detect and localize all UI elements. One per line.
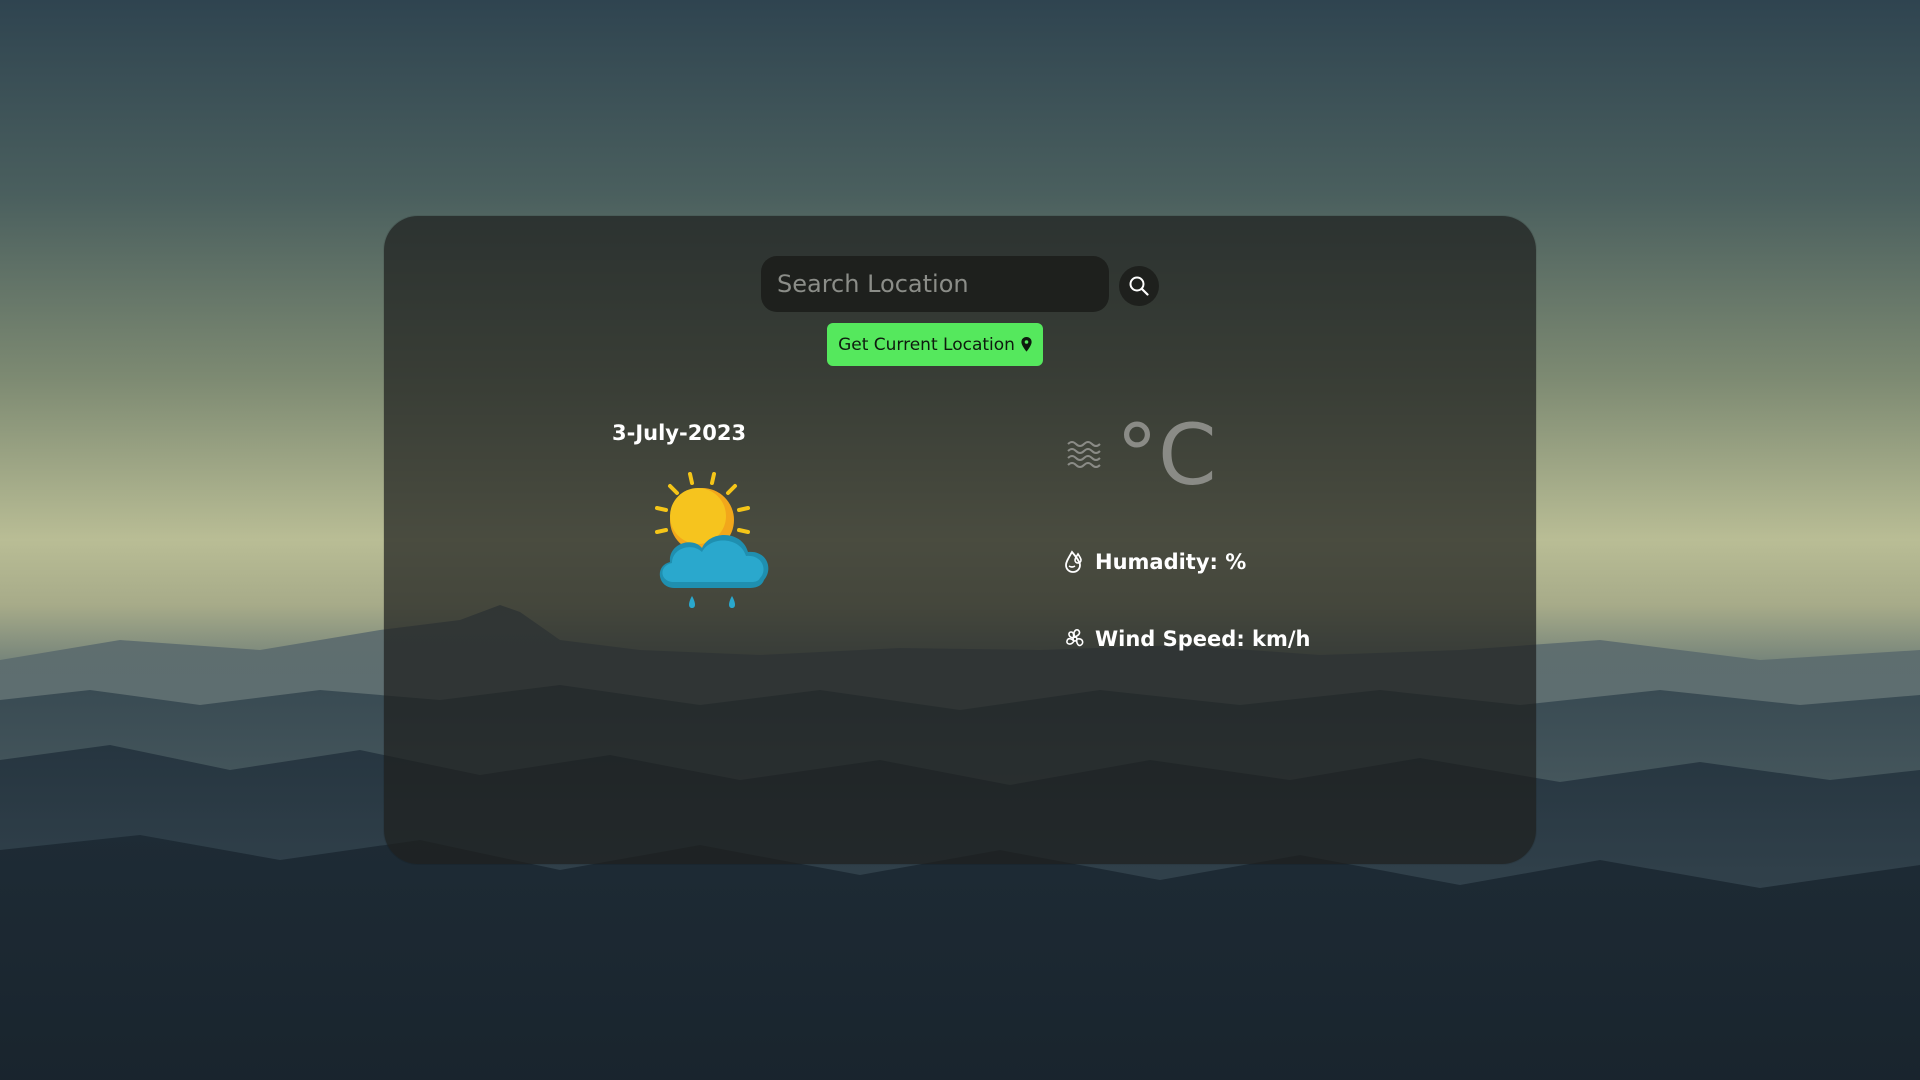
weather-card: Get Current Location 3-July-2023 [384, 216, 1536, 864]
haze-waves-icon [1067, 441, 1101, 468]
temperature-unit: °C [1116, 406, 1217, 504]
wind-speed-label: Wind Speed: km/h [1095, 627, 1311, 651]
sun-cloud-rain-icon [655, 472, 769, 608]
get-current-location-button[interactable]: Get Current Location [827, 323, 1043, 366]
humidity-drop-icon [1065, 550, 1082, 573]
date-label: 3-July-2023 [612, 421, 747, 445]
search-button[interactable] [1119, 266, 1159, 306]
get-current-location-label: Get Current Location [838, 334, 1015, 355]
wind-speed-row: Wind Speed: km/h [1063, 627, 1311, 651]
search-icon [1129, 276, 1149, 296]
map-pin-icon [1021, 337, 1032, 352]
search-box [761, 256, 1109, 312]
humidity-label: Humadity: % [1095, 550, 1247, 574]
wind-fan-icon [1066, 629, 1084, 647]
search-input[interactable] [775, 263, 1099, 305]
temperature-row: °C [1066, 410, 1217, 500]
humidity-row: Humadity: % [1063, 550, 1246, 574]
